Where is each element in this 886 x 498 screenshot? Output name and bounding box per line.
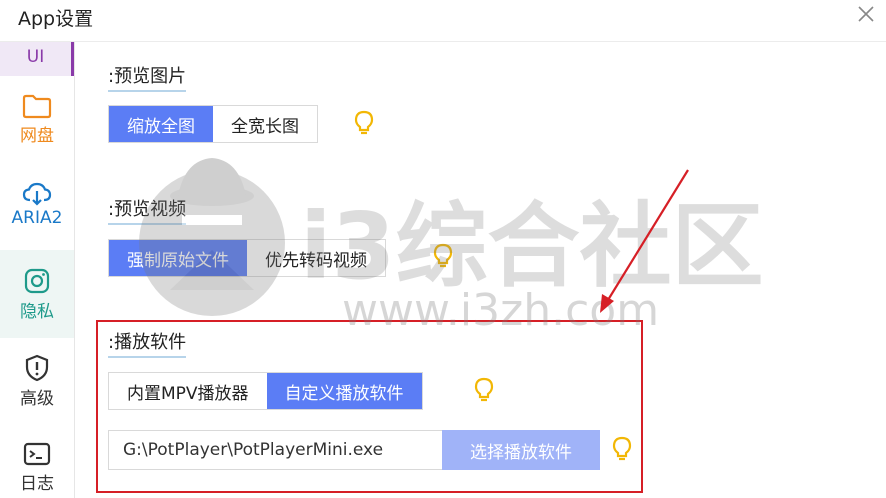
shield-alert-icon (25, 354, 49, 381)
sidebar-item-label: ARIA2 (11, 208, 63, 228)
sidebar-item-privacy[interactable]: 隐私 (0, 250, 74, 338)
lightbulb-icon[interactable] (353, 110, 375, 136)
section-title-preview-image: :预览图片 (108, 62, 187, 92)
sidebar-item-aria2[interactable]: ARIA2 (0, 172, 74, 238)
option-full-width-long-image[interactable]: 全宽长图 (213, 106, 317, 142)
instagram-icon (24, 268, 50, 293)
sidebar-item-ui[interactable]: UI (0, 42, 74, 76)
sidebar-item-advanced[interactable]: 高级 (0, 346, 74, 416)
sidebar-item-log[interactable]: 日志 (0, 432, 74, 498)
window-title: App设置 (18, 8, 94, 30)
annotation-highlight-box (96, 320, 643, 493)
sidebar-item-label: 网盘 (20, 125, 54, 146)
sidebar-item-label: 隐私 (20, 301, 54, 322)
option-force-original-file[interactable]: 强制原始文件 (109, 240, 247, 276)
sidebar-item-label: UI (26, 47, 45, 67)
section-title-preview-video: :预览视频 (108, 195, 187, 225)
sidebar-item-disk[interactable]: 网盘 (0, 86, 74, 152)
cloud-download-icon (22, 182, 52, 206)
folder-icon (22, 94, 52, 118)
preview-video-mode-toggle: 强制原始文件 优先转码视频 (108, 239, 386, 277)
sidebar-item-label: 高级 (20, 388, 54, 409)
sidebar-item-label: 日志 (20, 473, 54, 494)
lightbulb-icon[interactable] (432, 243, 454, 269)
option-fit-full-image[interactable]: 缩放全图 (109, 106, 213, 142)
title-bar: App设置 (0, 0, 886, 42)
terminal-icon (23, 442, 51, 465)
settings-sidebar: UI 网盘 ARIA2 隐私 高级 日志 (0, 42, 75, 498)
option-prefer-transcoded-video[interactable]: 优先转码视频 (247, 240, 385, 276)
preview-image-mode-toggle: 缩放全图 全宽长图 (108, 105, 318, 143)
close-icon[interactable] (854, 2, 878, 26)
